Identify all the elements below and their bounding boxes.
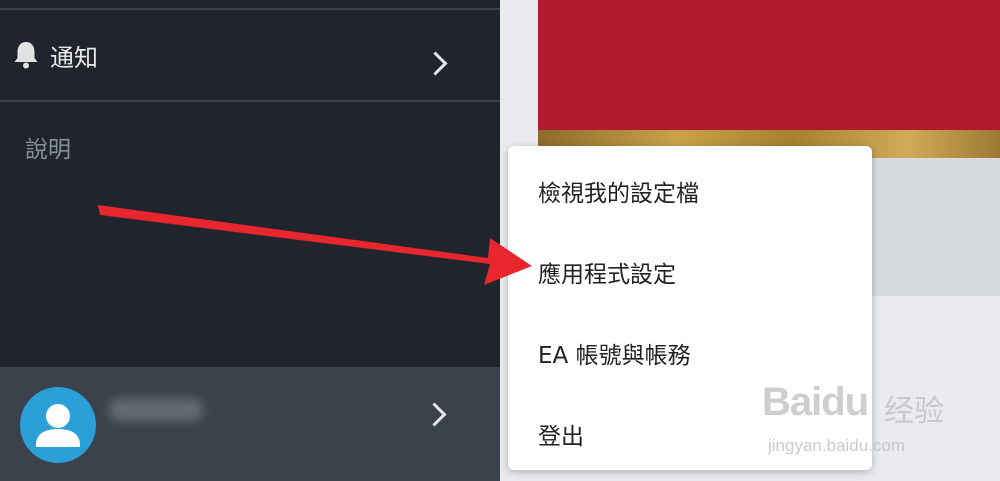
account-bar[interactable]	[0, 367, 500, 481]
divider	[0, 100, 500, 102]
chevron-right-icon	[423, 51, 448, 76]
notifications-row[interactable]: 通知	[0, 10, 500, 100]
menu-item-logout[interactable]: 登出	[538, 417, 584, 451]
avatar	[20, 387, 96, 463]
menu-item-ea-account-billing[interactable]: EA 帳號與帳務	[538, 336, 691, 370]
notifications-label: 通知	[50, 44, 98, 72]
menu-item-view-profile[interactable]: 檢視我的設定檔	[538, 174, 699, 208]
account-dropdown-menu: 檢視我的設定檔 應用程式設定 EA 帳號與帳務 登出	[508, 146, 872, 470]
sidebar: 通知 說明	[0, 0, 500, 481]
watermark-text: 经验	[884, 394, 944, 429]
chevron-right-icon	[422, 402, 447, 427]
help-link[interactable]: 說明	[25, 130, 71, 164]
menu-item-app-settings[interactable]: 應用程式設定	[538, 255, 676, 289]
hero-banner	[538, 0, 1000, 130]
user-icon	[36, 404, 80, 447]
bell-icon	[14, 42, 38, 69]
background-panel	[872, 158, 1000, 296]
username-redacted	[110, 399, 202, 421]
